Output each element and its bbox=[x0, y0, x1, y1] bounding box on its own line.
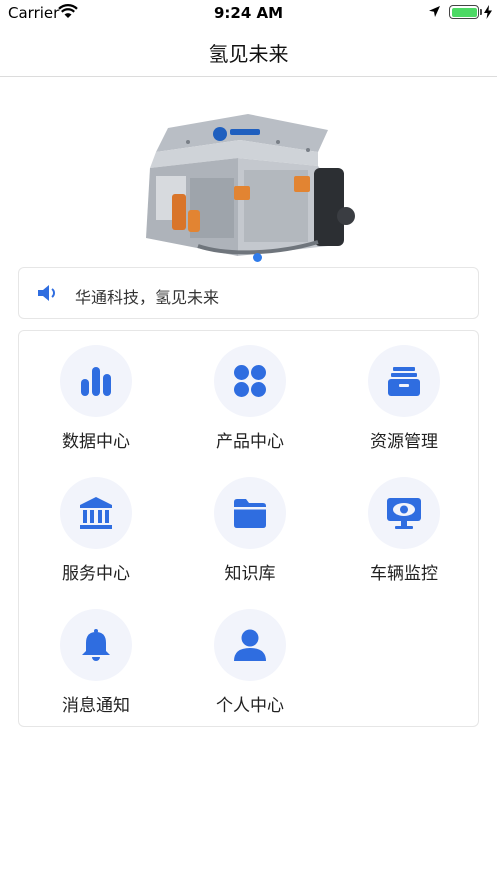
menu-item-label: 数据中心 bbox=[62, 432, 130, 452]
notice-text: 华通科技，氢见未来 bbox=[75, 288, 220, 307]
status-bar: Carrier 9:24 AM bbox=[0, 0, 497, 26]
menu-item-label: 知识库 bbox=[224, 564, 276, 584]
monitor-eye-icon bbox=[387, 498, 421, 529]
speaker-icon bbox=[38, 285, 55, 301]
four-petal-icon bbox=[234, 365, 266, 397]
menu-icon-circle bbox=[214, 477, 286, 549]
menu-icon-circle bbox=[368, 477, 440, 549]
menu-item-resource-management[interactable]: 资源管理 bbox=[344, 331, 464, 452]
person-icon bbox=[234, 629, 266, 661]
menu-item-service-center[interactable]: 服务中心 bbox=[36, 463, 156, 584]
menu-item-label: 服务中心 bbox=[62, 564, 130, 584]
banner-carousel[interactable] bbox=[0, 96, 497, 266]
menu-item-label: 车辆监控 bbox=[370, 564, 438, 584]
drawer-archive-icon bbox=[388, 367, 420, 396]
menu-item-label: 资源管理 bbox=[370, 432, 438, 452]
battery-icon bbox=[449, 5, 479, 19]
location-arrow-icon bbox=[429, 6, 440, 17]
menu-item-knowledge-base[interactable]: 知识库 bbox=[190, 463, 310, 584]
navigation-bar: 氢见未来 bbox=[0, 26, 497, 77]
menu-grid: 数据中心 产品中心 资源管理 服务中心 知识库 车辆监控 消息通知 个人中心 bbox=[18, 330, 479, 727]
menu-item-notifications[interactable]: 消息通知 bbox=[36, 595, 156, 716]
page-title: 氢见未来 bbox=[208, 42, 289, 66]
menu-item-product-center[interactable]: 产品中心 bbox=[190, 331, 310, 452]
menu-item-personal-center[interactable]: 个人中心 bbox=[190, 595, 310, 716]
fuel-cell-engine-image bbox=[146, 114, 355, 256]
menu-icon-circle bbox=[214, 345, 286, 417]
menu-icon-circle bbox=[60, 477, 132, 549]
menu-icon-circle bbox=[368, 345, 440, 417]
building-icon bbox=[80, 497, 112, 529]
menu-item-label: 消息通知 bbox=[62, 696, 130, 716]
charging-bolt-icon bbox=[484, 5, 492, 19]
menu-icon-circle bbox=[214, 609, 286, 681]
menu-item-vehicle-monitoring[interactable]: 车辆监控 bbox=[344, 463, 464, 584]
folder-icon bbox=[234, 499, 266, 528]
menu-item-label: 个人中心 bbox=[216, 696, 284, 716]
menu-item-label: 产品中心 bbox=[216, 432, 284, 452]
battery-tip bbox=[480, 9, 482, 15]
carousel-page-dot[interactable] bbox=[253, 253, 262, 262]
bar-chart-icon bbox=[81, 367, 111, 396]
menu-icon-circle bbox=[60, 609, 132, 681]
status-time: 9:24 AM bbox=[213, 4, 284, 22]
notice-bar[interactable]: 华通科技，氢见未来 bbox=[18, 267, 479, 319]
menu-item-data-center[interactable]: 数据中心 bbox=[36, 331, 156, 452]
bell-icon bbox=[82, 629, 110, 661]
menu-icon-circle bbox=[60, 345, 132, 417]
